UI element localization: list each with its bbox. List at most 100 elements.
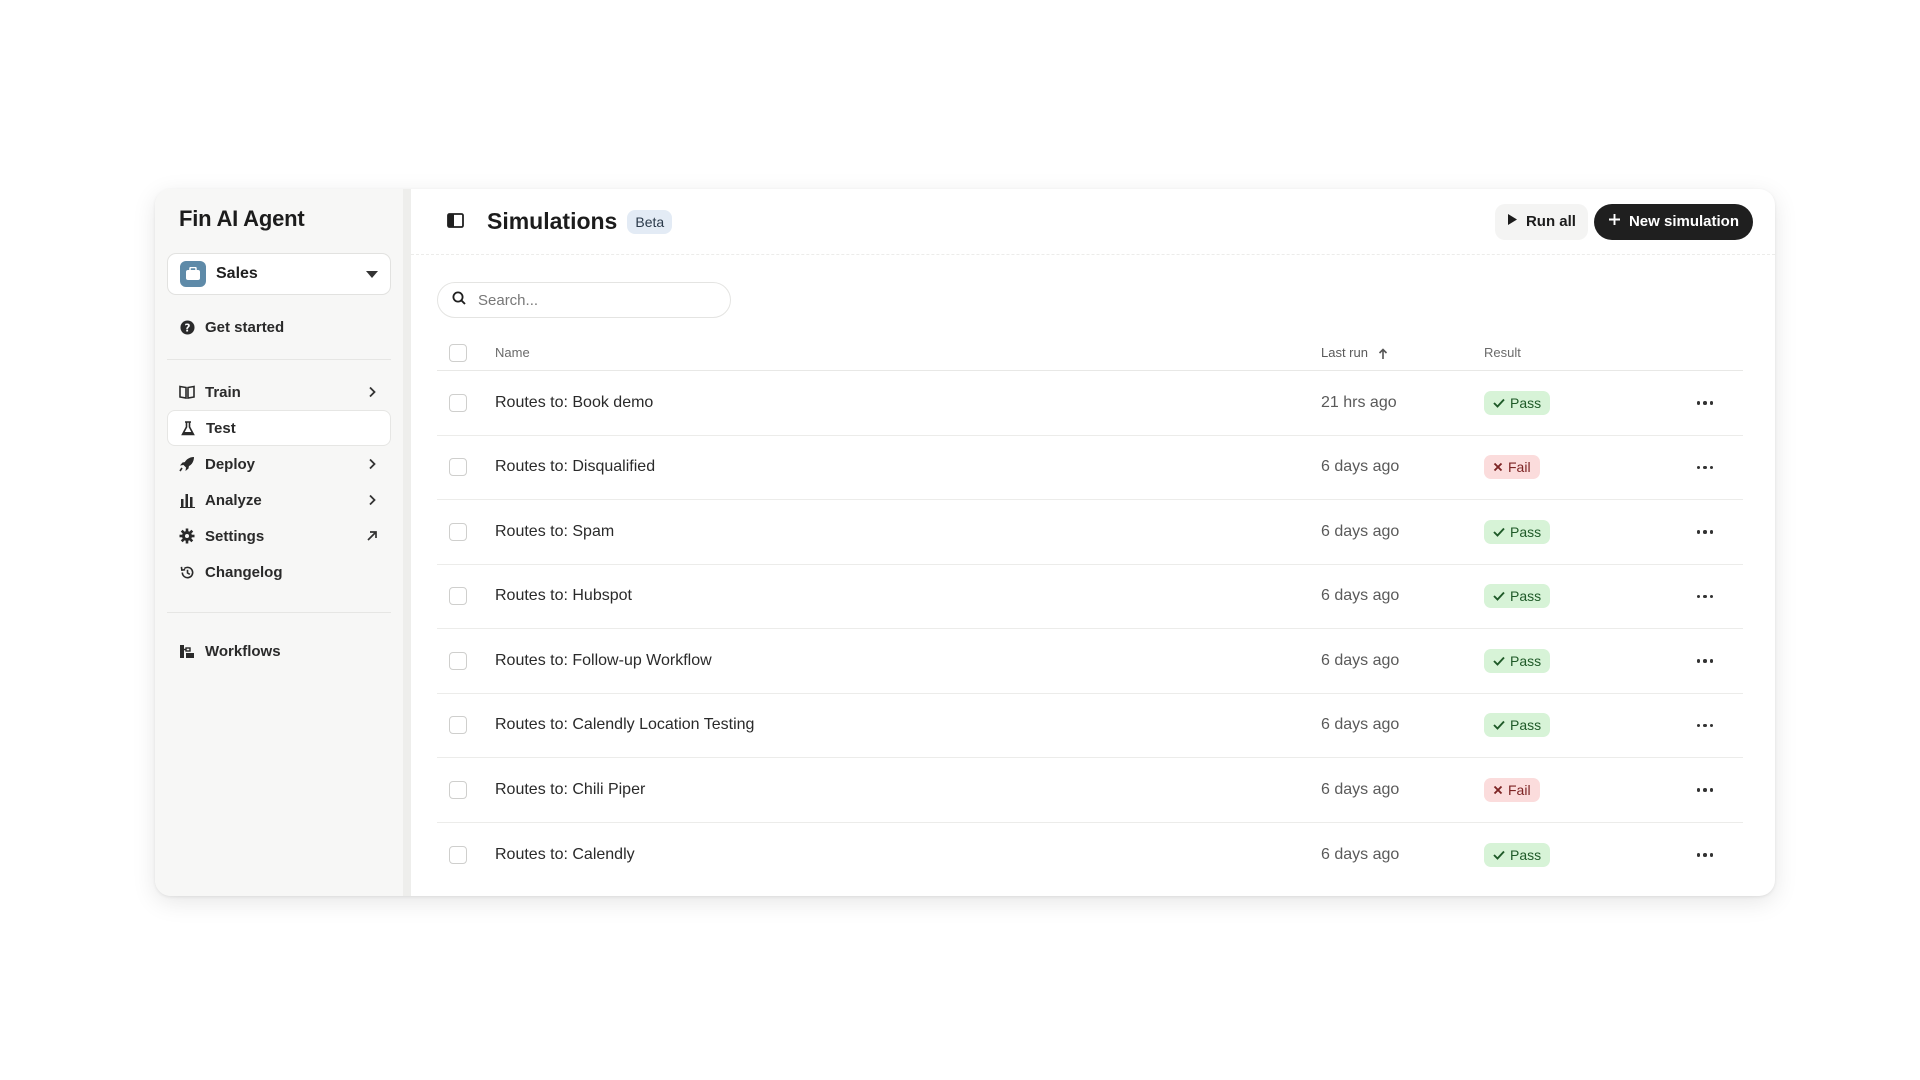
search-icon — [452, 291, 466, 310]
column-header-result[interactable]: Result — [1484, 345, 1684, 360]
sidebar-item-label: Changelog — [205, 563, 283, 581]
row-checkbox[interactable] — [449, 393, 467, 412]
workspace-selector[interactable]: Sales — [167, 253, 391, 295]
plus-icon — [1608, 213, 1621, 230]
app-window: Fin AI Agent Sales ? Get started Train T… — [155, 189, 1775, 896]
table-row[interactable]: Routes to: Follow-up Workflow 6 days ago… — [437, 629, 1743, 694]
workspace-label: Sales — [216, 265, 258, 282]
more-options-icon[interactable] — [1693, 591, 1718, 603]
row-checkbox[interactable] — [449, 716, 467, 735]
sidebar-item-analyze[interactable]: Analyze — [167, 482, 391, 518]
column-header-last-run[interactable]: Last run — [1321, 345, 1484, 360]
more-options-icon[interactable] — [1693, 526, 1718, 538]
simulation-name[interactable]: Routes to: Calendly — [495, 846, 1321, 864]
simulation-name[interactable]: Routes to: Chili Piper — [495, 781, 1321, 799]
check-icon — [1493, 717, 1505, 733]
table-body: Routes to: Book demo 21 hrs ago Pass Rou… — [437, 371, 1743, 887]
more-options-icon[interactable] — [1693, 720, 1718, 732]
sidebar-item-changelog[interactable]: Changelog — [167, 554, 391, 590]
result-label: Fail — [1508, 459, 1531, 476]
select-all-checkbox[interactable] — [449, 343, 467, 362]
new-simulation-label: New simulation — [1628, 213, 1739, 230]
result-label: Pass — [1510, 717, 1542, 734]
search-input[interactable] — [478, 291, 698, 309]
sidebar-item-test[interactable]: Test — [167, 410, 391, 446]
row-checkbox[interactable] — [449, 458, 467, 477]
result-badge: Fail — [1484, 777, 1540, 802]
result-label: Pass — [1510, 523, 1542, 540]
table-row[interactable]: Routes to: Spam 6 days ago Pass — [437, 500, 1743, 565]
simulation-name[interactable]: Routes to: Disqualified — [495, 458, 1321, 476]
table-row[interactable]: Routes to: Hubspot 6 days ago Pass — [437, 565, 1743, 629]
search-box — [437, 282, 731, 318]
table-row[interactable]: Routes to: Calendly Location Testing 6 d… — [437, 694, 1743, 758]
more-options-icon[interactable] — [1693, 462, 1718, 474]
chevron-right-icon — [365, 493, 379, 507]
sidebar-item-label: Deploy — [205, 455, 256, 473]
last-run-time: 6 days ago — [1321, 845, 1400, 863]
bar-chart-icon — [179, 492, 195, 508]
play-icon — [1507, 213, 1518, 230]
column-header-name[interactable]: Name — [495, 345, 1321, 360]
result-badge: Pass — [1484, 584, 1551, 609]
last-run-time: 21 hrs ago — [1321, 393, 1397, 411]
table-row[interactable]: Routes to: Book demo 21 hrs ago Pass — [437, 371, 1743, 436]
sidebar-item-get-started[interactable]: ? Get started — [167, 309, 391, 345]
more-options-icon[interactable] — [1693, 784, 1718, 796]
x-icon — [1493, 459, 1503, 475]
chevron-right-icon — [365, 457, 379, 471]
check-icon — [1493, 847, 1505, 863]
more-options-icon[interactable] — [1693, 397, 1718, 409]
row-checkbox[interactable] — [449, 522, 467, 541]
sidebar-toggle-icon[interactable] — [447, 212, 465, 231]
result-label: Pass — [1510, 588, 1542, 605]
simulation-name[interactable]: Routes to: Book demo — [495, 394, 1321, 412]
sidebar-item-label: Settings — [205, 527, 265, 545]
sidebar-item-label: Get started — [205, 318, 285, 336]
external-arrow-icon — [365, 529, 379, 543]
run-all-label: Run all — [1525, 213, 1576, 230]
last-run-time: 6 days ago — [1321, 587, 1400, 605]
sidebar-item-label: Workflows — [205, 642, 281, 660]
table-row[interactable]: Routes to: Disqualified 6 days ago Fail — [437, 436, 1743, 500]
more-options-icon[interactable] — [1693, 655, 1718, 667]
result-badge: Fail — [1484, 455, 1540, 480]
main-panel: Simulations Beta Run all New simulation — [411, 189, 1775, 896]
briefcase-icon — [180, 261, 206, 287]
last-run-time: 6 days ago — [1321, 522, 1400, 540]
result-label: Pass — [1510, 846, 1542, 863]
run-all-button[interactable]: Run all — [1494, 203, 1588, 240]
result-badge: Pass — [1484, 390, 1551, 415]
result-label: Pass — [1510, 394, 1542, 411]
result-badge: Pass — [1484, 842, 1551, 867]
row-checkbox[interactable] — [449, 845, 467, 864]
chevron-right-icon — [365, 385, 379, 399]
result-badge: Pass — [1484, 713, 1551, 738]
simulation-name[interactable]: Routes to: Spam — [495, 523, 1321, 541]
row-checkbox[interactable] — [449, 587, 467, 606]
simulation-name[interactable]: Routes to: Follow-up Workflow — [495, 652, 1321, 670]
table-row[interactable]: Routes to: Calendly 6 days ago Pass — [437, 823, 1743, 888]
sidebar-item-settings[interactable]: Settings — [167, 518, 391, 554]
table-row[interactable]: Routes to: Chili Piper 6 days ago Fail — [437, 758, 1743, 823]
row-checkbox[interactable] — [449, 651, 467, 670]
sidebar-item-label: Train — [205, 383, 241, 401]
header: Simulations Beta Run all New simulation — [411, 189, 1775, 255]
check-icon — [1493, 395, 1505, 411]
result-badge: Pass — [1484, 519, 1551, 544]
result-label: Pass — [1510, 652, 1542, 669]
sidebar-item-label: Analyze — [205, 491, 262, 509]
new-simulation-button[interactable]: New simulation — [1593, 203, 1753, 240]
question-circle-icon: ? — [179, 319, 195, 335]
flask-icon — [180, 420, 196, 436]
sidebar-divider — [167, 359, 391, 360]
sidebar-item-deploy[interactable]: Deploy — [167, 446, 391, 482]
simulation-name[interactable]: Routes to: Calendly Location Testing — [495, 716, 1321, 734]
last-run-time: 6 days ago — [1321, 458, 1400, 476]
simulation-name[interactable]: Routes to: Hubspot — [495, 587, 1321, 605]
sidebar-item-workflows[interactable]: Workflows — [167, 633, 391, 669]
caret-down-icon — [366, 270, 378, 278]
more-options-icon[interactable] — [1693, 849, 1718, 861]
row-checkbox[interactable] — [449, 780, 467, 799]
sidebar-item-train[interactable]: Train — [167, 374, 391, 410]
